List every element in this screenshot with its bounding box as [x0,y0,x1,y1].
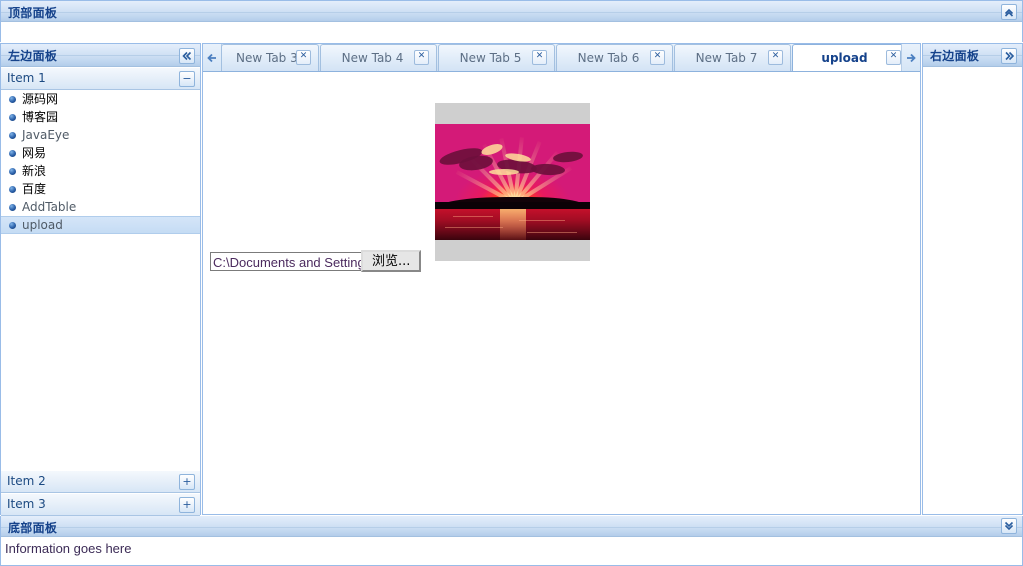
bottom-panel-title: 底部面板 [8,521,58,535]
ripple [527,232,577,233]
status-information: Information goes here [5,541,132,556]
tree-node[interactable]: upload [1,216,200,234]
tree-node-label: 博客园 [22,110,59,124]
left-panel-header: 左边面板 [1,44,200,67]
bullet-icon [9,168,16,175]
tree-node[interactable]: 网易 [1,144,200,162]
browse-button[interactable]: 浏览... [361,250,422,272]
tab-close-icon[interactable]: ✕ [296,50,311,65]
tree-node[interactable]: 百度 [1,180,200,198]
tree-node-label: 源码网 [22,92,59,106]
accordion-header-1[interactable]: Item 1 − [1,67,200,90]
tab-close-icon[interactable]: ✕ [414,50,429,65]
tree-node-label: 百度 [22,182,47,196]
file-path-input[interactable]: C:\Documents and Setting [210,251,362,271]
ripple [519,220,565,221]
tree-node[interactable]: 博客园 [1,108,200,126]
bottom-panel: 底部面板 Information goes here [0,516,1023,566]
accordion-header-2[interactable]: Item 2 + [1,470,200,493]
tab-content-upload: C:\Documents and Setting 浏览... [203,72,920,514]
right-panel: 右边面板 [922,43,1023,515]
tree-node[interactable]: JavaEye [1,126,200,144]
bullet-icon [9,96,16,103]
tab-close-icon[interactable]: ✕ [650,50,665,65]
collapse-toggle-icon[interactable]: − [179,71,195,87]
upload-form: C:\Documents and Setting 浏览... [210,250,422,272]
tab-close-icon[interactable]: ✕ [886,50,901,65]
accordion-header-3[interactable]: Item 3 + [1,493,200,516]
tree-node-label: JavaEye [22,128,70,142]
tree-node-label: 网易 [22,146,47,160]
upload-preview-container [435,103,590,261]
bullet-icon [9,222,16,229]
sun-reflection [499,209,526,240]
chevron-double-right-icon [1005,51,1015,61]
tab-close-icon[interactable]: ✕ [532,50,547,65]
ripple [453,216,493,217]
accordion-header-label: Item 3 [7,497,46,511]
tree-node[interactable]: 新浪 [1,162,200,180]
tree-node[interactable]: AddTable [1,198,200,216]
tab-scroll-right-button[interactable] [901,44,920,71]
expand-toggle-icon[interactable]: + [179,497,195,513]
bottom-panel-collapse-button[interactable] [1001,518,1017,534]
center-tab-panel: New Tab 3 ✕ New Tab 4 ✕ New Tab 5 ✕ New Tab 6 ✕… [202,43,921,515]
accordion-header-label: Item 2 [7,474,46,488]
sky-layer [435,124,590,205]
chevron-double-left-icon [182,51,192,61]
tab-new-tab-6[interactable]: New Tab 6 ✕ [556,44,673,71]
left-panel-collapse-button[interactable] [179,48,195,64]
tab-close-icon[interactable]: ✕ [768,50,783,65]
left-panel: 左边面板 Item 1 − 源码网博客园 JavaEye 网易新浪百度 AddTable u… [0,43,201,516]
expand-toggle-icon[interactable]: + [179,474,195,490]
top-panel-collapse-button[interactable] [1001,4,1017,20]
arrow-left-icon [207,53,216,63]
bullet-icon [9,204,16,211]
ripple [445,227,503,228]
right-panel-collapse-button[interactable] [1001,48,1017,64]
header-rule [1,527,1022,528]
top-panel-title: 顶部面板 [8,6,58,20]
bottom-panel-body: Information goes here [1,537,1022,565]
tab-scroll-left-button[interactable] [203,44,222,71]
chevron-down-icon [1004,521,1014,531]
tree-node-label: upload [22,218,63,232]
right-panel-title: 右边面板 [930,49,980,63]
tree-node-label: AddTable [22,200,77,214]
bottom-panel-header: 底部面板 [1,516,1022,537]
right-panel-header: 右边面板 [923,44,1022,67]
tab-list: New Tab 3 ✕ New Tab 4 ✕ New Tab 5 ✕ New Tab 6 ✕… [221,44,902,71]
tab-bar: New Tab 3 ✕ New Tab 4 ✕ New Tab 5 ✕ New Tab 6 ✕… [203,44,920,72]
tab-new-tab-3[interactable]: New Tab 3 ✕ [221,44,319,71]
bullet-icon [9,150,16,157]
top-panel-header: 顶部面板 [1,1,1022,22]
tree-node[interactable]: 源码网 [1,90,200,108]
top-panel: 顶部面板 [0,0,1023,42]
top-panel-body [1,22,1022,41]
tab-new-tab-4[interactable]: New Tab 4 ✕ [320,44,437,71]
accordion-body-1: 源码网博客园 JavaEye 网易新浪百度 AddTable upload [1,90,200,470]
arrow-right-icon [907,53,916,63]
cloud-highlight [489,169,519,175]
bullet-icon [9,114,16,121]
left-accordion: Item 1 − 源码网博客园 JavaEye 网易新浪百度 AddTable upload… [1,67,200,516]
tree-node-label: 新浪 [22,164,47,178]
application-window: 顶部面板 左边面板 Item 1 − 源码网博客园 JavaEye 网易新浪百度 AddT… [0,0,1023,566]
horizon-land-base [435,202,590,209]
sunset-photo [435,124,590,240]
tab-new-tab-7[interactable]: New Tab 7 ✕ [674,44,791,71]
header-rule [1,12,1022,13]
bullet-icon [9,132,16,139]
accordion-header-label: Item 1 [7,71,46,85]
left-panel-title: 左边面板 [8,49,58,63]
tab-new-tab-5[interactable]: New Tab 5 ✕ [438,44,555,71]
chevron-up-icon [1004,8,1014,17]
tab-upload[interactable]: upload ✕ [792,44,902,71]
bullet-icon [9,186,16,193]
